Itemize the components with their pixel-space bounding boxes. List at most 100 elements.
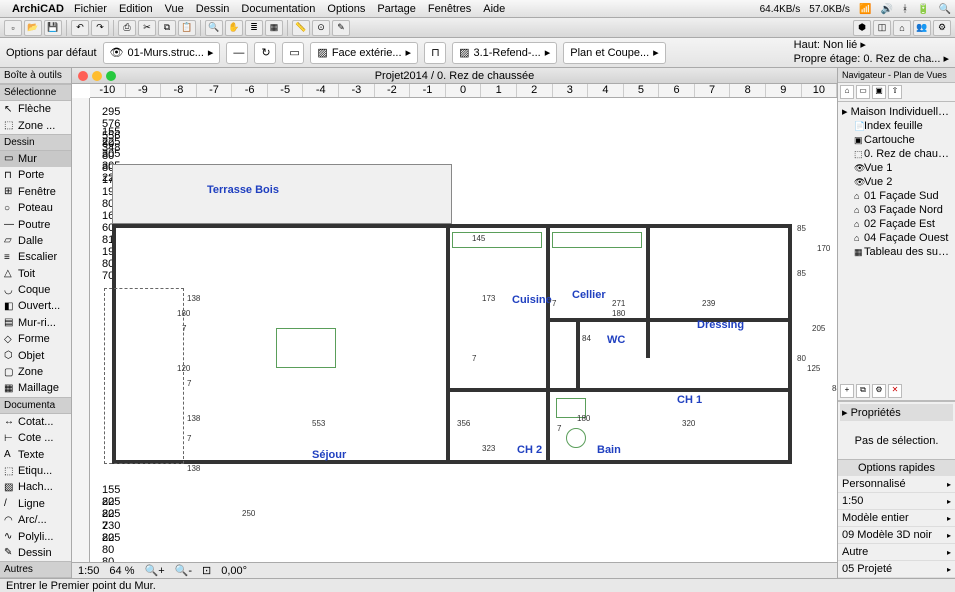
options-label[interactable]: Options par défaut <box>6 47 97 59</box>
print-button[interactable]: ⎙ <box>118 20 136 36</box>
tool-label[interactable]: ⬚Etiqu... <box>0 463 71 479</box>
quick-option-row[interactable]: 1:50▸ <box>838 493 955 510</box>
quick-option-row[interactable]: Personnalisé▸ <box>838 476 955 493</box>
tree-node[interactable]: 👁Vue 1 <box>840 161 953 175</box>
paste-button[interactable]: 📋 <box>178 20 196 36</box>
tree-node[interactable]: ▣Cartouche <box>840 133 953 147</box>
redo-button[interactable]: ↷ <box>91 20 109 36</box>
menu-partage[interactable]: Partage <box>377 3 416 15</box>
tree-node[interactable]: ⌂02 Façade Est <box>840 217 953 231</box>
new-file-button[interactable]: ▫ <box>4 20 22 36</box>
tree-node[interactable]: ⌂04 Façade Ouest <box>840 231 953 245</box>
section-select[interactable]: Sélectionne <box>0 84 71 101</box>
properties-header[interactable]: ▸ Propriétés <box>840 404 953 421</box>
layers-button[interactable]: ≣ <box>245 20 263 36</box>
scale-display[interactable]: 1:50 <box>78 565 99 577</box>
tool-dimension[interactable]: ↔Cotat... <box>0 414 71 430</box>
open-file-button[interactable]: 📂 <box>24 20 42 36</box>
menu-fenetres[interactable]: Fenêtres <box>428 3 471 15</box>
quick-option-row[interactable]: 05 Projeté▸ <box>838 561 955 578</box>
menu-aide[interactable]: Aide <box>483 3 505 15</box>
menu-vue[interactable]: Vue <box>165 3 184 15</box>
tree-node[interactable]: 📄Index feuille <box>840 119 953 133</box>
tool-door[interactable]: ⊓Porte <box>0 167 71 183</box>
minimize-window-button[interactable] <box>92 71 102 81</box>
section-autres[interactable]: Autres <box>0 561 71 578</box>
tool-opening[interactable]: ◧Ouvert... <box>0 298 71 314</box>
elevation-button[interactable]: ⌂ <box>893 20 911 36</box>
clone-view-button[interactable]: ⧉ <box>856 384 870 398</box>
tool-level-dim[interactable]: ⊢Cote ... <box>0 430 71 446</box>
section-button[interactable]: ◫ <box>873 20 891 36</box>
teamwork-button[interactable]: 👥 <box>913 20 931 36</box>
tool-marquee[interactable]: ⬚Zone ... <box>0 117 71 133</box>
tool-column[interactable]: ○Poteau <box>0 200 71 216</box>
menu-dessin[interactable]: Dessin <box>196 3 230 15</box>
anchor-button[interactable]: ⊓ <box>424 42 446 64</box>
tool-polyline[interactable]: ∿Polyli... <box>0 528 71 544</box>
quick-option-row[interactable]: Modèle entier▸ <box>838 510 955 527</box>
zoom-out-icon[interactable]: 🔍- <box>175 564 192 577</box>
menu-documentation[interactable]: Documentation <box>241 3 315 15</box>
undo-button[interactable]: ↶ <box>71 20 89 36</box>
settings-view-button[interactable]: ⚙ <box>872 384 886 398</box>
new-view-button[interactable]: + <box>840 384 854 398</box>
bluetooth-icon[interactable]: ᚼ <box>902 4 908 15</box>
tool-arrow[interactable]: ↖Flèche <box>0 101 71 117</box>
profile-button[interactable]: ▭ <box>282 42 304 64</box>
save-button[interactable]: 💾 <box>44 20 62 36</box>
zoom-in-icon[interactable]: 🔍+ <box>145 564 165 577</box>
tree-node[interactable]: ⬚0. Rez de chaussée <box>840 147 953 161</box>
tree-node[interactable]: ⌂03 Façade Nord <box>840 203 953 217</box>
surface-selector[interactable]: ▨ Face extérie... ▸ <box>310 42 418 64</box>
measure-button[interactable]: 📏 <box>292 20 310 36</box>
volume-icon[interactable]: 🔊 <box>880 4 892 15</box>
tool-fill[interactable]: ▨Hach... <box>0 479 71 495</box>
quick-option-row[interactable]: Autre▸ <box>838 544 955 561</box>
tool-roof[interactable]: △Toit <box>0 266 71 282</box>
geometry-method-button[interactable]: — <box>226 42 248 64</box>
section-documenta[interactable]: Documenta <box>0 397 71 414</box>
tool-wall[interactable]: ▭Mur <box>0 151 71 167</box>
copy-button[interactable]: ⧉ <box>158 20 176 36</box>
snap-button[interactable]: ⊙ <box>312 20 330 36</box>
pan-button[interactable]: ✋ <box>225 20 243 36</box>
menu-edition[interactable]: Edition <box>119 3 153 15</box>
tree-node[interactable]: 👁Vue 2 <box>840 175 953 189</box>
zoom-display[interactable]: 64 % <box>109 565 134 577</box>
layer-selector[interactable]: 👁 01-Murs.struc... ▸ <box>103 42 221 64</box>
cut-button[interactable]: ✂ <box>138 20 156 36</box>
app-name[interactable]: ArchiCAD <box>12 3 64 15</box>
tool-arc[interactable]: ◠Arc/... <box>0 512 71 528</box>
tool-morph[interactable]: ◇Forme <box>0 331 71 347</box>
floorplan-display-selector[interactable]: Plan et Coupe... ▸ <box>563 42 665 64</box>
tool-line[interactable]: /Ligne <box>0 496 71 512</box>
tool-stair[interactable]: ≡Escalier <box>0 249 71 265</box>
3d-button[interactable]: ⬢ <box>853 20 871 36</box>
tree-node[interactable]: ⌂01 Façade Sud <box>840 189 953 203</box>
battery-icon[interactable]: 🔋 <box>917 4 929 15</box>
zoom-fit-icon[interactable]: ⊡ <box>202 564 211 577</box>
tree-node[interactable]: ▦Tableau des surfaces <box>840 245 953 259</box>
tool-curtainwall[interactable]: ▤Mur-ri... <box>0 315 71 331</box>
tool-zone[interactable]: ▢Zone <box>0 364 71 380</box>
settings-button[interactable]: ⚙ <box>933 20 951 36</box>
tool-beam[interactable]: —Poutre <box>0 216 71 232</box>
menu-options[interactable]: Options <box>327 3 365 15</box>
tab-project[interactable]: ⌂ <box>840 85 854 99</box>
quick-option-row[interactable]: 09 Modèle 3D noir▸ <box>838 527 955 544</box>
tool-object[interactable]: ⬡Objet <box>0 347 71 363</box>
composite-selector[interactable]: ▨ 3.1-Refend-... ▸ <box>452 42 557 64</box>
tool-slab[interactable]: ▱Dalle <box>0 233 71 249</box>
delete-view-button[interactable]: ✕ <box>888 384 902 398</box>
wifi-icon[interactable]: 📶 <box>859 4 871 15</box>
tool-shell[interactable]: ◡Coque <box>0 282 71 298</box>
trace-button[interactable]: ✎ <box>332 20 350 36</box>
zoom-button[interactable]: 🔍 <box>205 20 223 36</box>
tool-window[interactable]: ⊞Fenêtre <box>0 184 71 200</box>
menu-fichier[interactable]: Fichier <box>74 3 107 15</box>
zoom-window-button[interactable] <box>106 71 116 81</box>
quick-options-header[interactable]: Options rapides <box>838 460 955 476</box>
section-dessin[interactable]: Dessin <box>0 134 71 151</box>
tab-view[interactable]: ▭ <box>856 85 870 99</box>
